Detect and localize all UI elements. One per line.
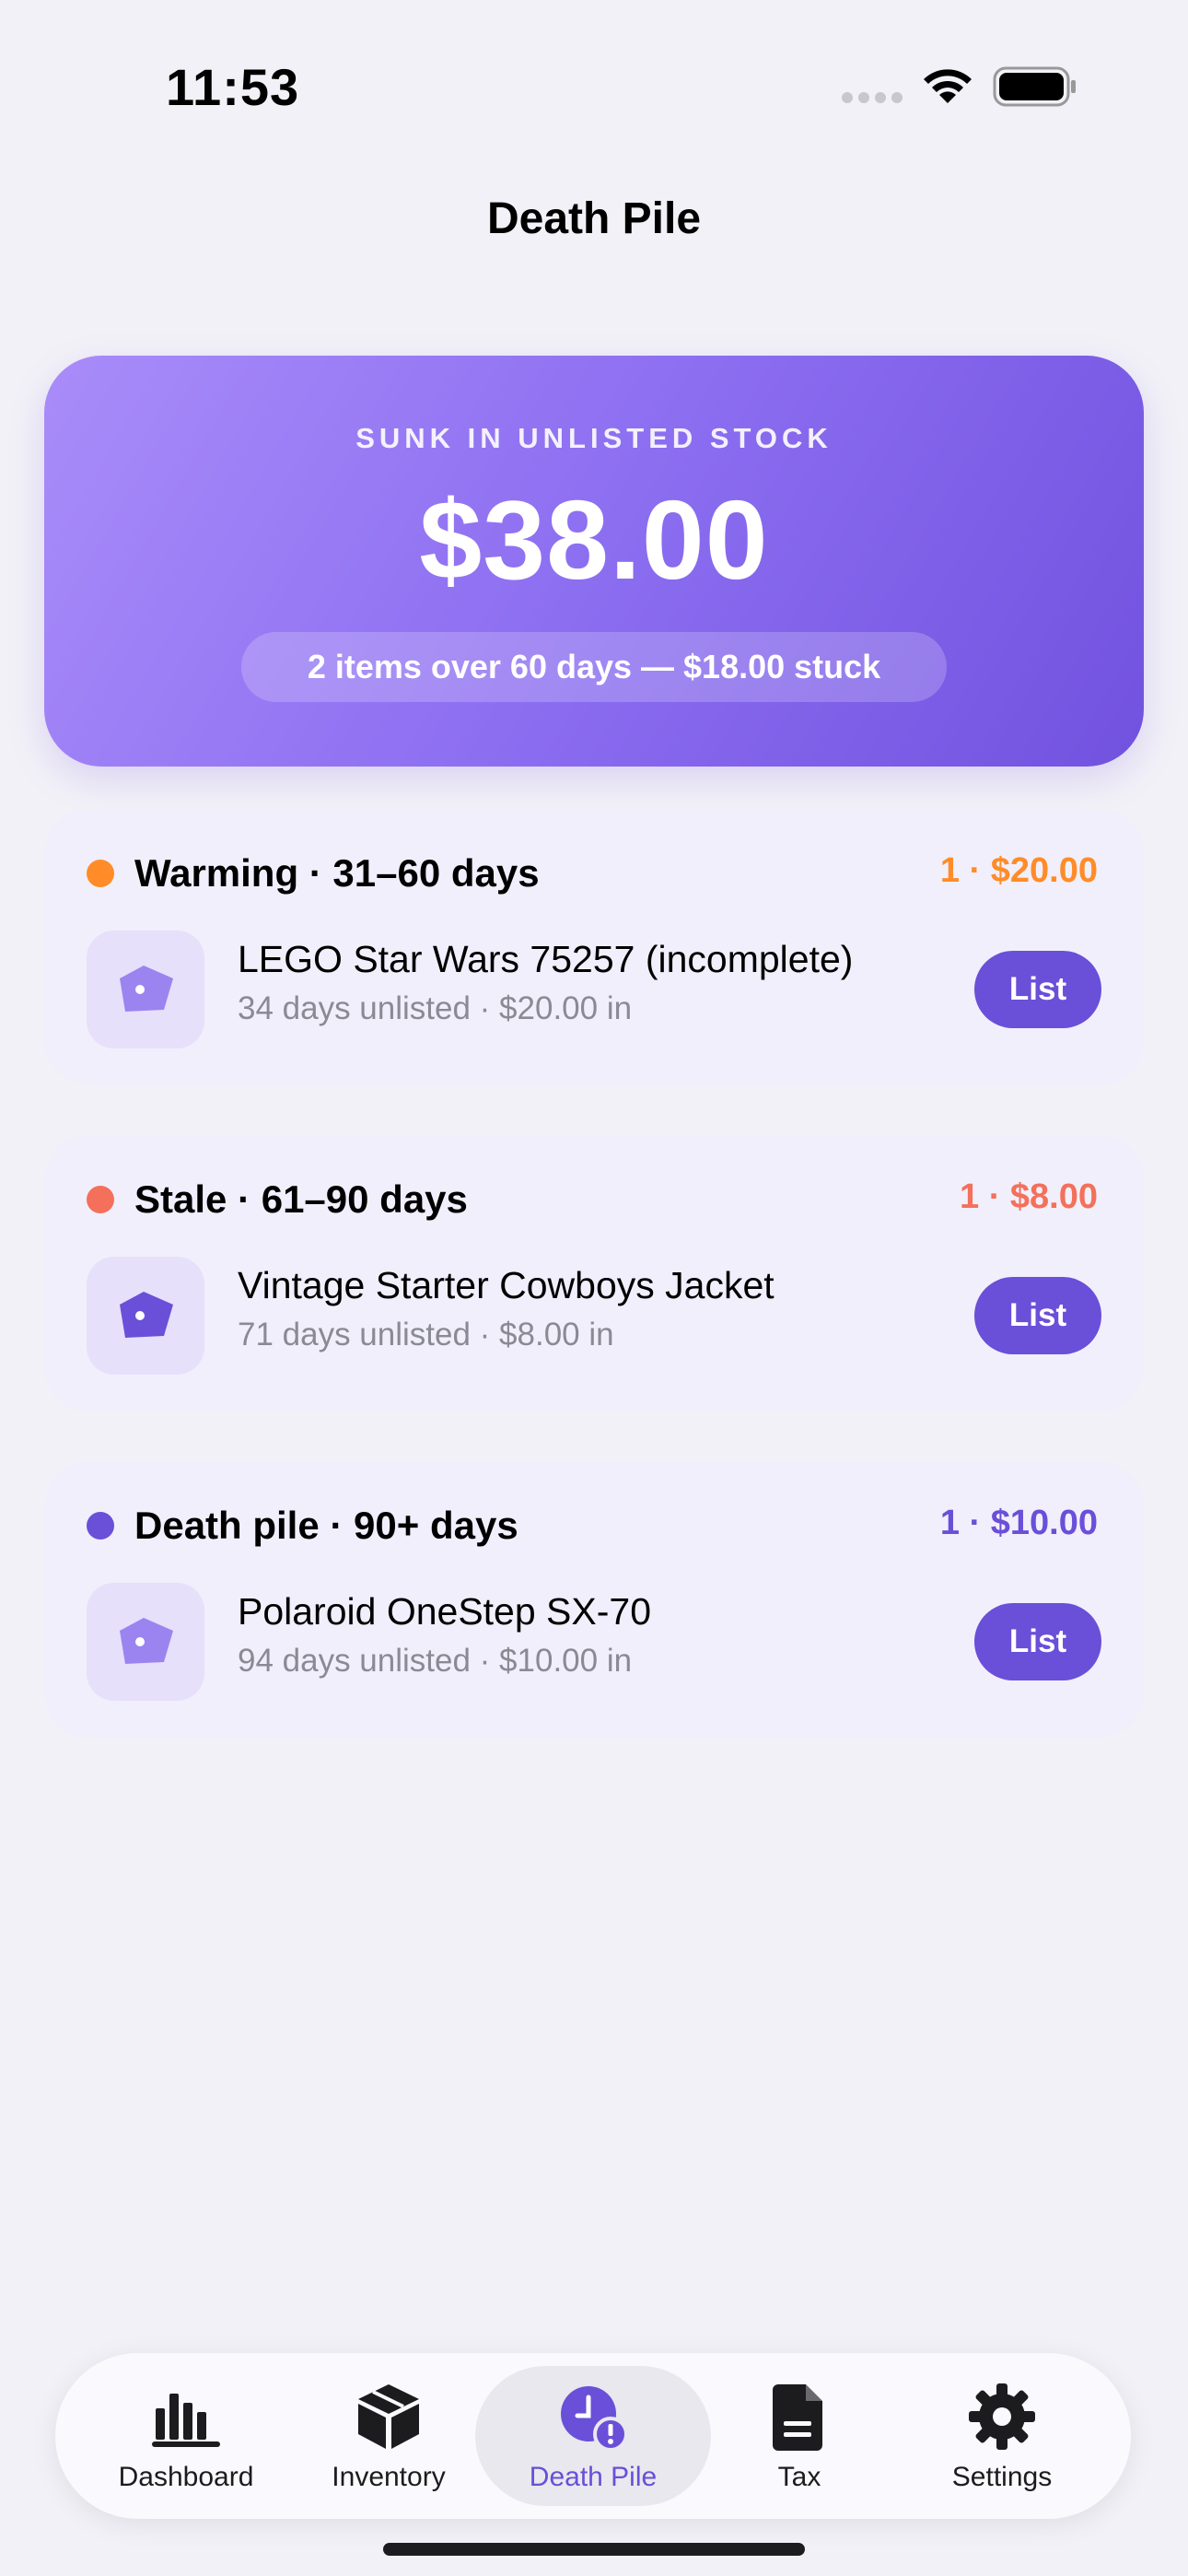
tab-label: Inventory bbox=[332, 2462, 446, 2492]
tab-label: Dashboard bbox=[118, 2462, 254, 2492]
bucket-status-dot bbox=[87, 1512, 114, 1540]
gear-icon bbox=[969, 2383, 1035, 2450]
list-button[interactable]: List bbox=[974, 1277, 1101, 1354]
tab-inventory[interactable]: Inventory bbox=[287, 2366, 490, 2506]
bucket-title: Warming · 31–60 days bbox=[134, 851, 540, 895]
tag-icon bbox=[120, 1618, 173, 1664]
page-title: Death Pile bbox=[486, 194, 702, 243]
bucket-status-dot bbox=[87, 1186, 114, 1213]
tab-tax[interactable]: Tax bbox=[698, 2366, 901, 2506]
status-bar: 11:53 bbox=[0, 0, 1188, 175]
home-indicator[interactable] bbox=[383, 2543, 805, 2556]
tab-dashboard[interactable]: Dashboard bbox=[85, 2366, 287, 2506]
bucket-title: Stale · 61–90 days bbox=[134, 1177, 468, 1221]
bucket-summary: 1 · $20.00 bbox=[939, 851, 1098, 890]
summary-label: SUNK IN UNLISTED STOCK bbox=[355, 422, 833, 454]
summary-amount: $38.00 bbox=[419, 477, 769, 603]
clock-alert-icon bbox=[561, 2386, 628, 2452]
bucket-summary: 1 · $8.00 bbox=[960, 1177, 1098, 1216]
tab-settings[interactable]: Settings bbox=[901, 2366, 1103, 2506]
tab-bar: Dashboard Inventory Death Pile Tax Setti… bbox=[55, 2353, 1131, 2519]
status-time: 11:53 bbox=[166, 58, 300, 116]
sunk-stock-summary-card: SUNK IN UNLISTED STOCK $38.00 2 items ov… bbox=[44, 356, 1144, 767]
list-button[interactable]: List bbox=[974, 951, 1101, 1028]
item-name: Vintage Starter Cowboys Jacket bbox=[238, 1264, 775, 1306]
list-button[interactable]: List bbox=[974, 1603, 1101, 1680]
box-icon bbox=[358, 2384, 419, 2449]
tab-label: Tax bbox=[777, 2462, 821, 2492]
bucket-card-warming: Warming · 31–60 days 1 · $20.00 LEGO Sta… bbox=[44, 809, 1144, 1085]
bucket-title: Death pile · 90+ days bbox=[134, 1504, 518, 1547]
tag-icon bbox=[120, 1292, 173, 1338]
bucket-status-dot bbox=[87, 860, 114, 887]
item-meta: 94 days unlisted · $10.00 in bbox=[238, 1643, 633, 1679]
bucket-card-stale: Stale · 61–90 days 1 · $8.00 Vintage Sta… bbox=[44, 1135, 1144, 1411]
bucket-summary: 1 · $10.00 bbox=[939, 1504, 1098, 1542]
item-name: LEGO Star Wars 75257 (incomplete) bbox=[238, 938, 854, 980]
wifi-icon bbox=[924, 69, 972, 103]
tab-death-pile[interactable]: Death Pile bbox=[475, 2366, 711, 2506]
item-thumbnail bbox=[87, 1583, 204, 1701]
tag-icon bbox=[120, 966, 173, 1012]
cellular-signal-icon bbox=[842, 92, 903, 103]
tab-label: Death Pile bbox=[529, 2462, 658, 2492]
chart-bars-icon bbox=[152, 2394, 220, 2447]
item-meta: 34 days unlisted · $20.00 in bbox=[238, 990, 633, 1026]
bucket-card-death-pile: Death pile · 90+ days 1 · $10.00 Polaroi… bbox=[44, 1461, 1144, 1738]
battery-icon bbox=[993, 66, 1076, 107]
document-icon bbox=[773, 2384, 822, 2451]
tab-label: Settings bbox=[951, 2462, 1053, 2492]
item-meta: 71 days unlisted · $8.00 in bbox=[238, 1317, 614, 1352]
item-thumbnail bbox=[87, 1257, 204, 1375]
item-name: Polaroid OneStep SX-70 bbox=[238, 1590, 651, 1633]
item-thumbnail bbox=[87, 931, 204, 1048]
summary-stuck-pill: 2 items over 60 days — $18.00 stuck bbox=[241, 632, 947, 702]
